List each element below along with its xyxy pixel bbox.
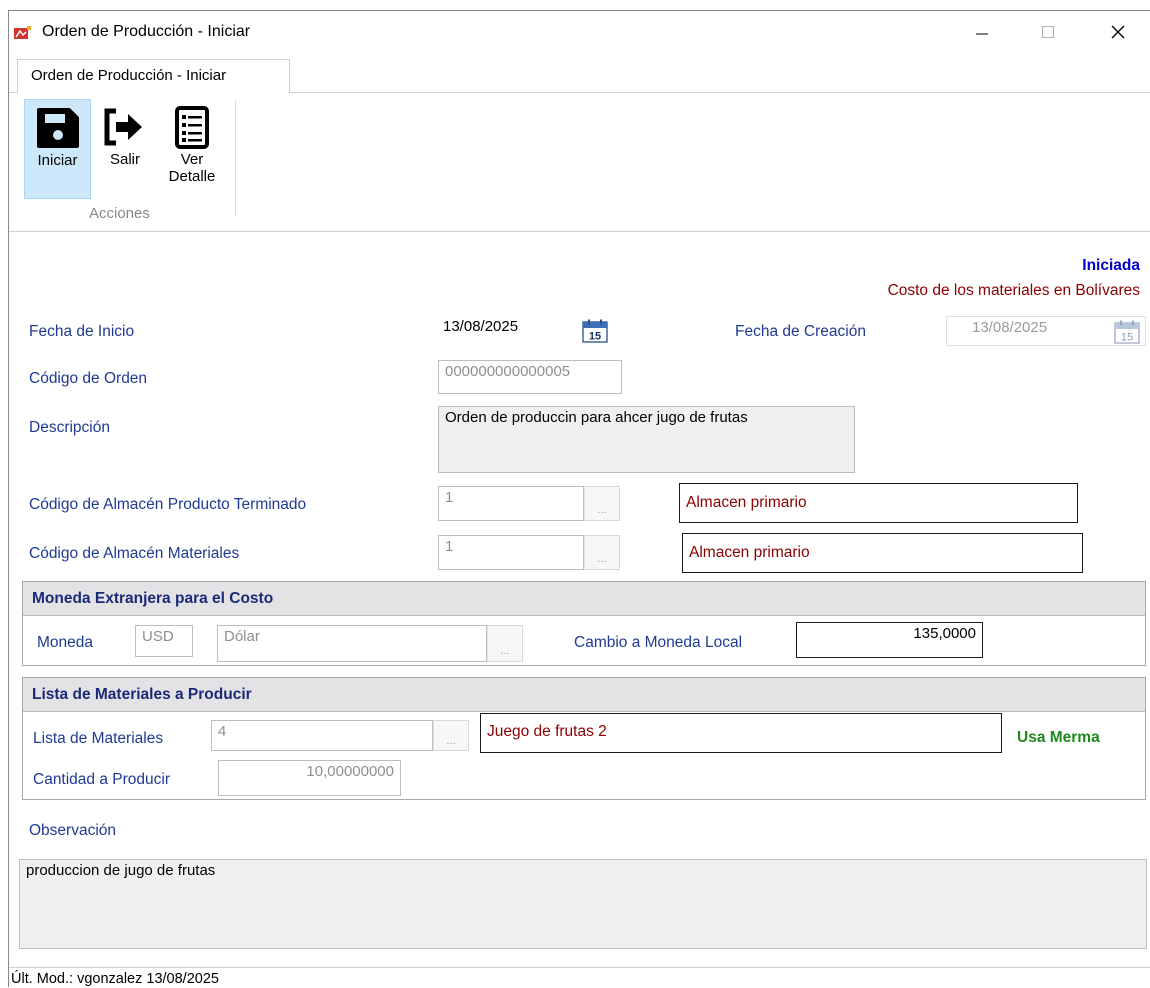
lista-materiales-group: Lista de Materiales a Producir Lista de … [22,677,1146,800]
tab-strip: Orden de Producción - Iniciar [9,53,1150,94]
save-icon [36,108,79,148]
almacen-materiales-browse-button[interactable]: ... [584,535,620,570]
usa-merma-label: Usa Merma [1017,729,1100,746]
ribbon-separator [235,101,236,216]
salir-label: Salir [109,151,140,168]
window-title: Orden de Producción - Iniciar [42,23,251,40]
cambio-field[interactable]: 135,0000 [796,622,983,658]
fecha-inicio-picker[interactable]: 13/08/2025 15 [439,316,619,344]
status-label: Iniciada [1082,257,1140,274]
calendar-day-text: 15 [589,331,601,343]
moneda-browse-button[interactable]: ... [487,625,523,662]
lista-materiales-browse-button[interactable]: ... [433,720,469,751]
codigo-orden-label: Código de Orden [29,370,148,387]
almacen-terminado-code[interactable]: 1 [438,486,584,521]
lista-group-title: Lista de Materiales a Producir [23,678,1145,712]
moneda-label: Moneda [37,634,94,651]
moneda-name-field[interactable]: Dólar [217,625,487,662]
calendar-icon[interactable]: 15 [582,319,608,343]
descripcion-field[interactable]: Orden de produccin para ahcer jugo de fr… [438,406,855,473]
almacen-terminado-browse-button[interactable]: ... [584,486,620,521]
minimize-icon [976,33,988,35]
iniciar-label: Iniciar [37,152,78,169]
exit-icon [104,108,142,146]
status-bar: Últ. Mod.: vgonzalez 13/08/2025 [9,967,1150,988]
fecha-inicio-label: Fecha de Inicio [29,323,135,340]
observacion-field[interactable]: produccion de jugo de frutas [19,859,1147,949]
calendar-icon-disabled: 15 [1114,320,1140,344]
fecha-creacion-value: 13/08/2025 [972,319,1048,336]
close-button[interactable] [1095,11,1141,53]
iniciar-button[interactable]: Iniciar [24,99,91,199]
cambio-label: Cambio a Moneda Local [574,634,743,651]
calendar-day-text: 15 [1121,332,1133,344]
ver-detalle-button[interactable]: Ver Detalle [157,99,227,199]
minimize-button[interactable] [959,11,1005,53]
lista-materiales-name: Juego de frutas 2 [480,713,1002,753]
cost-note: Costo de los materiales en Bolívares [887,282,1140,299]
observacion-label: Observación [29,822,117,839]
ribbon-group-label: Acciones [89,205,150,222]
app-icon [14,26,31,39]
fecha-inicio-value: 13/08/2025 [443,318,519,335]
lista-materiales-label: Lista de Materiales [33,730,164,747]
app-window: Orden de Producción - Iniciar Orden de P… [8,10,1150,987]
lista-materiales-code[interactable]: 4 [211,720,433,751]
almacen-terminado-name: Almacen primario [679,483,1078,523]
moneda-group-title: Moneda Extranjera para el Costo [23,582,1145,616]
almacen-materiales-code[interactable]: 1 [438,535,584,570]
list-detail-icon [175,106,209,149]
cantidad-label: Cantidad a Producir [33,771,170,788]
almacen-terminado-label: Código de Almacén Producto Terminado [29,496,307,513]
ribbon: Iniciar Salir Ver Detalle Acciones [9,93,1150,232]
tab-orden-produccion[interactable]: Orden de Producción - Iniciar [17,59,290,94]
moneda-code-field[interactable]: USD [135,625,193,657]
moneda-group: Moneda Extranjera para el Costo Moneda U… [22,581,1146,666]
cantidad-field[interactable]: 10,00000000 [218,760,401,796]
almacen-materiales-label: Código de Almacén Materiales [29,545,240,562]
close-icon [1111,25,1125,39]
ver-detalle-label: Ver Detalle [168,151,216,185]
title-bar: Orden de Producción - Iniciar [9,11,1150,53]
codigo-orden-field[interactable]: 000000000000005 [438,360,622,394]
fecha-creacion-label: Fecha de Creación [735,323,866,340]
almacen-materiales-name: Almacen primario [682,533,1083,573]
maximize-icon [1042,26,1054,38]
descripcion-label: Descripción [29,419,110,436]
salir-button[interactable]: Salir [95,99,155,199]
fecha-creacion-picker: 13/08/2025 15 [946,316,1146,346]
maximize-button[interactable] [1025,11,1071,53]
